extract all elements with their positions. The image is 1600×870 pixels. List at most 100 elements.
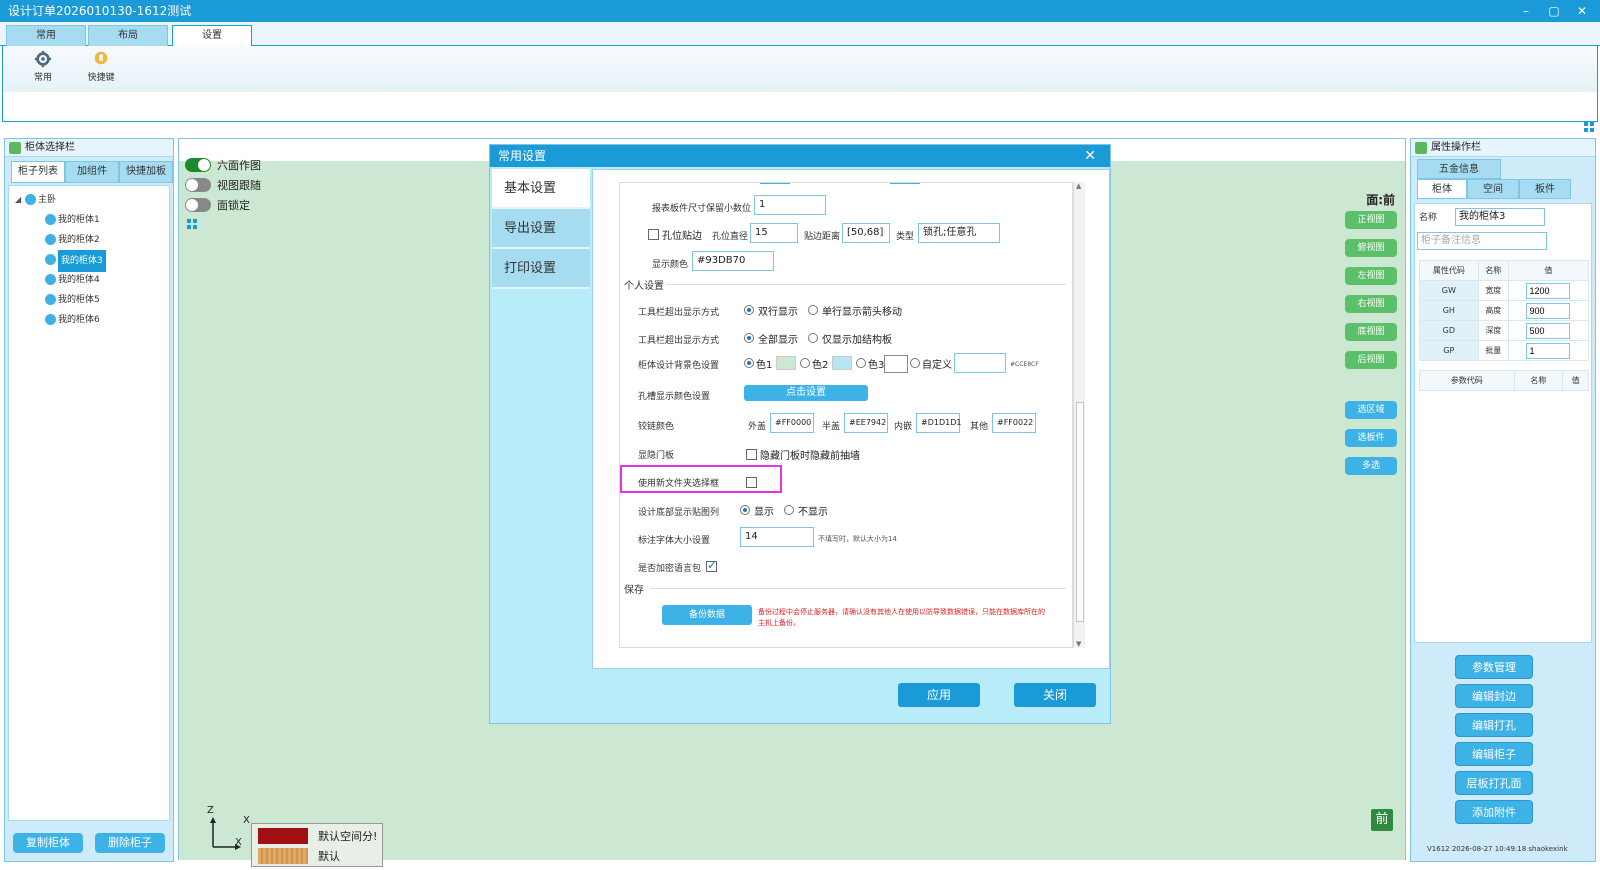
radio-double-row[interactable]: [744, 305, 754, 315]
common-settings-button[interactable]: 常用: [23, 50, 63, 90]
cabinet-note-input[interactable]: 柜子备注信息: [1417, 232, 1547, 250]
grid-icon[interactable]: [187, 219, 197, 229]
edit-edgeband-button[interactable]: 编辑封边: [1455, 684, 1533, 708]
hinge-half-input[interactable]: #EE7942: [844, 413, 888, 433]
toggle-face-lock[interactable]: 面锁定: [185, 197, 250, 213]
radio-color1[interactable]: [744, 358, 754, 368]
hide-door-checkbox[interactable]: [746, 449, 757, 460]
top-view-button[interactable]: 俯视图: [1345, 239, 1397, 257]
front-view-button[interactable]: 正视图: [1345, 211, 1397, 229]
right-view-button[interactable]: 右视图: [1345, 295, 1397, 313]
tree-item-selected[interactable]: 我的柜体3: [9, 250, 169, 272]
param-manage-button[interactable]: 参数管理: [1455, 655, 1533, 679]
radio-color2[interactable]: [800, 358, 810, 368]
radio-color3[interactable]: [856, 358, 866, 368]
tree-root[interactable]: ◢ 主卧: [9, 190, 169, 210]
tab-layout[interactable]: 布局: [88, 25, 168, 46]
font-size-input[interactable]: 14: [740, 527, 814, 547]
backup-data-button[interactable]: 备份数据: [662, 605, 752, 625]
tree-item[interactable]: 我的柜体6: [9, 310, 169, 330]
slot-color-set-button[interactable]: 点击设置: [744, 385, 868, 401]
tab-settings[interactable]: 设置: [172, 25, 252, 47]
delete-cabinet-button[interactable]: 删除柜子: [95, 833, 165, 853]
nav-export-settings[interactable]: 导出设置: [492, 209, 590, 249]
collapse-arrow-icon[interactable]: ◢: [15, 190, 25, 210]
tab-quick-add-board[interactable]: 快捷加板: [119, 161, 173, 183]
settings-dialog: 常用设置 ✕ 基本设置 导出设置 打印设置 报表板件尺寸保留小数位 1 孔位贴边…: [489, 144, 1111, 724]
select-region-button[interactable]: 选区域: [1345, 401, 1397, 419]
dialog-close-icon[interactable]: ✕: [1084, 145, 1096, 167]
decimal-input[interactable]: 1: [754, 195, 826, 215]
new-file-dialog-checkbox[interactable]: [746, 477, 757, 488]
close-button[interactable]: 关闭: [1014, 683, 1096, 707]
slot-color-label: 孔槽显示颜色设置: [638, 392, 711, 402]
maximize-icon[interactable]: ▢: [1548, 0, 1560, 22]
settings-scrollbar[interactable]: ▲ ▼: [1073, 182, 1085, 648]
color-swatch[interactable]: [776, 356, 796, 370]
grid-icon[interactable]: [1584, 122, 1594, 132]
radio-custom-color[interactable]: [910, 358, 920, 368]
tab-hardware-info[interactable]: 五金信息: [1417, 159, 1501, 179]
tree-item[interactable]: 我的柜体5: [9, 290, 169, 310]
radio-hide-chart[interactable]: [784, 505, 794, 515]
tab-common[interactable]: 常用: [6, 25, 86, 46]
tree-item[interactable]: 我的柜体4: [9, 270, 169, 290]
scroll-up-icon[interactable]: ▲: [1076, 182, 1081, 190]
back-view-button[interactable]: 后视图: [1345, 351, 1397, 369]
edit-drilling-button[interactable]: 编辑打孔: [1455, 713, 1533, 737]
scroll-thumb[interactable]: [1076, 402, 1084, 622]
custom-color-input[interactable]: [954, 353, 1006, 373]
minimize-icon[interactable]: –: [1520, 0, 1532, 22]
toggle-label: 面锁定: [217, 199, 250, 212]
tab-cabinet-list[interactable]: 柜子列表: [11, 161, 65, 183]
scroll-down-icon[interactable]: ▼: [1076, 640, 1081, 648]
radio-show-all[interactable]: [744, 333, 754, 343]
front-face-badge[interactable]: 前: [1371, 809, 1393, 831]
hole-diameter-input[interactable]: 15: [750, 223, 798, 243]
type-input[interactable]: 锁孔;任意孔: [918, 223, 1000, 243]
apply-button[interactable]: 应用: [898, 683, 980, 707]
color-swatch[interactable]: [832, 356, 852, 370]
hinge-inner-input[interactable]: #D1D1D1: [916, 413, 961, 433]
tab-add-component[interactable]: 加组件: [65, 161, 119, 183]
nav-print-settings[interactable]: 打印设置: [492, 249, 590, 289]
tree-item[interactable]: 我的柜体2: [9, 230, 169, 250]
hole-edge-checkbox[interactable]: [648, 229, 659, 240]
encrypt-checkbox[interactable]: [706, 558, 717, 572]
tree-item[interactable]: 我的柜体1: [9, 210, 169, 230]
toggle-switch[interactable]: [185, 198, 211, 212]
depth-input[interactable]: [1526, 322, 1571, 339]
close-icon[interactable]: ✕: [1576, 0, 1588, 22]
select-board-button[interactable]: 选板件: [1345, 429, 1397, 447]
toggle-six-face[interactable]: 六面作图: [185, 157, 261, 173]
display-color-input[interactable]: #93DB70: [692, 251, 774, 271]
add-attachment-button[interactable]: 添加附件: [1455, 800, 1533, 824]
radio-single-row[interactable]: [808, 305, 818, 315]
radio-show-chart[interactable]: [740, 505, 750, 515]
edit-cabinet-button[interactable]: 编辑柜子: [1455, 742, 1533, 766]
color-swatch[interactable]: [884, 355, 908, 373]
edge-distance-input[interactable]: [50,68]: [842, 223, 890, 243]
toggle-view-follow[interactable]: 视图跟随: [185, 177, 261, 193]
nav-basic-settings[interactable]: 基本设置: [492, 169, 590, 209]
tab-space[interactable]: 空间: [1467, 179, 1519, 199]
cabinet-icon: [45, 254, 56, 265]
radio-structure-only[interactable]: [808, 333, 818, 343]
hinge-other-input[interactable]: #FF0022: [992, 413, 1036, 433]
edge-distance-label: 贴边距离: [804, 232, 841, 242]
bottom-view-button[interactable]: 底视图: [1345, 323, 1397, 341]
copy-cabinet-button[interactable]: 复制柜体: [13, 833, 83, 853]
height-input[interactable]: [1526, 302, 1571, 319]
multi-select-button[interactable]: 多选: [1345, 457, 1397, 475]
batch-input[interactable]: [1526, 342, 1571, 359]
width-input[interactable]: [1526, 282, 1571, 299]
toggle-switch[interactable]: [185, 158, 211, 172]
hinge-outer-input[interactable]: #FF0000: [770, 413, 814, 433]
tab-board[interactable]: 板件: [1519, 179, 1571, 199]
left-view-button[interactable]: 左视图: [1345, 267, 1397, 285]
toggle-switch[interactable]: [185, 178, 211, 192]
tab-cabinet[interactable]: 柜体: [1417, 179, 1467, 199]
shelf-drilling-button[interactable]: 层板打孔面: [1455, 771, 1533, 795]
shortcut-button[interactable]: 快捷键: [81, 50, 121, 90]
cabinet-name-input[interactable]: 我的柜体3: [1455, 208, 1545, 226]
